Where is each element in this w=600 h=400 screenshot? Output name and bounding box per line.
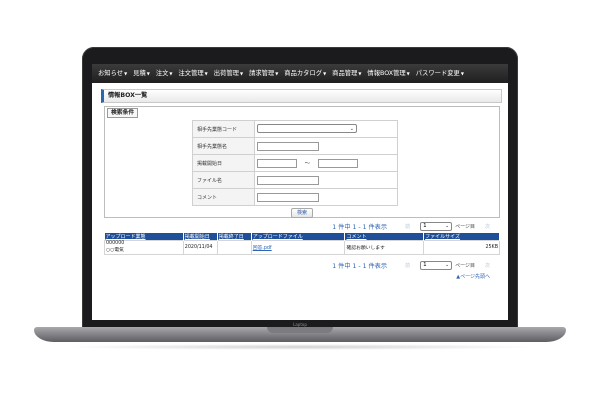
col-start-date[interactable]: 掲載開始日: [183, 233, 218, 241]
file-link[interactable]: 回答.pdf: [250, 240, 346, 255]
menu-label: 商品カタログ: [284, 70, 323, 77]
col-end-date[interactable]: 掲載終了日: [217, 233, 252, 241]
col-comment[interactable]: コメント: [344, 233, 425, 241]
menu-quote[interactable]: 見積 ▼: [130, 64, 153, 83]
start-date-label: 掲載開始日: [192, 154, 255, 172]
caret-down-icon: ▼: [406, 71, 410, 76]
menu-order[interactable]: 注文 ▼: [153, 64, 176, 83]
menu-label: 商品管理: [332, 70, 358, 77]
page-select[interactable]: 1 ⌄: [420, 260, 453, 270]
table-row: 000000 ○○電気 2020/11/04 回答.pdf 確認お願いします 2…: [104, 240, 500, 255]
results-header: アップロード業態 掲載開始日 掲載終了日 アップロードファイル コメント ファイ…: [104, 233, 500, 241]
result-count: 1 件中 1 - 1 件表示: [332, 262, 388, 270]
menu-label: お知らせ: [98, 70, 124, 77]
menu-label: 注文管理: [178, 70, 204, 77]
pager-top: 1 件中 1 - 1 件表示 前 1 ⌄ ページ目 次: [104, 221, 500, 231]
page-label: ページ目: [455, 223, 475, 230]
menu-label: 注文: [155, 70, 169, 77]
caret-down-icon: ▼: [323, 71, 327, 76]
partner-name: ○○電気: [106, 248, 124, 253]
menu-label: 情報BOX管理: [367, 70, 406, 77]
menu-label: 見積: [133, 70, 146, 77]
caret-down-icon: ▼: [275, 71, 279, 76]
menu-product-management[interactable]: 商品管理 ▼: [329, 64, 364, 83]
partner-name-label: 相手先業態名: [192, 137, 255, 155]
search-panel: 検索条件 相手先業態コード ⌄ 相手先業態名 掲載開始日 ～ ファイル名 コメン…: [104, 106, 500, 218]
screen: お知らせ ▼ 見積 ▼ 注文 ▼ 注文管理 ▼ 出荷管理 ▼ 請求管理 ▼ 商品カタログ ▼ …: [92, 64, 508, 320]
menu-label: 請求管理: [249, 70, 275, 77]
next-page-link[interactable]: 次: [485, 223, 490, 230]
col-upload-partner[interactable]: アップロード業態: [104, 233, 184, 241]
search-button[interactable]: 検索: [291, 208, 313, 218]
partner-cell: 000000 ○○電気: [104, 240, 184, 255]
caret-down-icon: ▼: [460, 71, 464, 76]
comment-label: コメント: [192, 188, 255, 206]
menu-label: 出荷管理: [213, 70, 239, 77]
partner-code-select[interactable]: ⌄: [257, 123, 357, 133]
page-title: 情報BOX一覧: [101, 89, 502, 103]
result-count: 1 件中 1 - 1 件表示: [332, 223, 388, 231]
page-label: ページ目: [455, 262, 475, 269]
file-size-cell: 25KB: [423, 240, 500, 255]
file-name-label: ファイル名: [192, 171, 255, 189]
start-date-to-input[interactable]: [317, 158, 358, 168]
prev-page-link[interactable]: 前: [405, 223, 410, 230]
caret-down-icon: ▼: [124, 71, 128, 76]
laptop-brand: Laptop: [293, 322, 307, 327]
caret-down-icon: ▼: [146, 71, 150, 76]
search-conditions-tab: 検索条件: [107, 108, 139, 118]
start-date-cell: 2020/11/04: [182, 240, 218, 255]
pager-bottom: 1 件中 1 - 1 件表示 前 1 ⌄ ページ目 次: [104, 260, 500, 270]
menu-order-management[interactable]: 注文管理 ▼: [175, 64, 210, 83]
page-select[interactable]: 1 ⌄: [420, 221, 453, 231]
start-date-from-input[interactable]: [257, 158, 297, 168]
menu-label: パスワード変更: [415, 70, 460, 77]
chevron-down-icon: ⌄: [349, 125, 354, 132]
menu-product-catalog[interactable]: 商品カタログ ▼: [281, 64, 329, 83]
menu-billing-management[interactable]: 請求管理 ▼: [246, 64, 281, 83]
page-value: 1: [423, 261, 427, 268]
next-page-link[interactable]: 次: [485, 262, 490, 269]
menu-password-change[interactable]: パスワード変更 ▼: [413, 64, 467, 83]
caret-down-icon: ▼: [204, 71, 208, 76]
range-separator: ～: [304, 161, 311, 167]
search-form: 相手先業態コード ⌄ 相手先業態名 掲載開始日 ～ ファイル名 コメント: [192, 120, 398, 206]
col-upload-file[interactable]: アップロードファイル: [251, 233, 346, 241]
results-table: アップロード業態 掲載開始日 掲載終了日 アップロードファイル コメント ファイ…: [104, 233, 500, 255]
laptop-shadow: [60, 344, 540, 350]
caret-down-icon: ▼: [358, 71, 362, 76]
menu-news[interactable]: お知らせ ▼: [95, 64, 130, 83]
partner-name-input[interactable]: [257, 141, 319, 151]
end-date-cell: [216, 240, 252, 255]
comment-cell: 確認お願いします: [344, 240, 425, 255]
partner-code-label: 相手先業態コード: [192, 120, 255, 138]
prev-page-link[interactable]: 前: [405, 262, 410, 269]
menu-shipping-management[interactable]: 出荷管理 ▼: [211, 64, 246, 83]
menu-bar: お知らせ ▼ 見積 ▼ 注文 ▼ 注文管理 ▼ 出荷管理 ▼ 請求管理 ▼ 商品カタログ ▼ …: [92, 64, 508, 83]
caret-down-icon: ▼: [169, 71, 173, 76]
page-value: 1: [423, 222, 427, 229]
file-name-input[interactable]: [257, 175, 319, 185]
chevron-down-icon: ⌄: [445, 262, 450, 268]
comment-input[interactable]: [257, 192, 319, 202]
caret-down-icon: ▼: [239, 71, 244, 76]
page-top-link[interactable]: ▲ページ先頭へ: [456, 273, 490, 280]
menu-infobox-management[interactable]: 情報BOX管理 ▼: [364, 64, 412, 83]
chevron-down-icon: ⌄: [445, 223, 450, 229]
col-file-size[interactable]: ファイルサイズ: [423, 233, 500, 241]
